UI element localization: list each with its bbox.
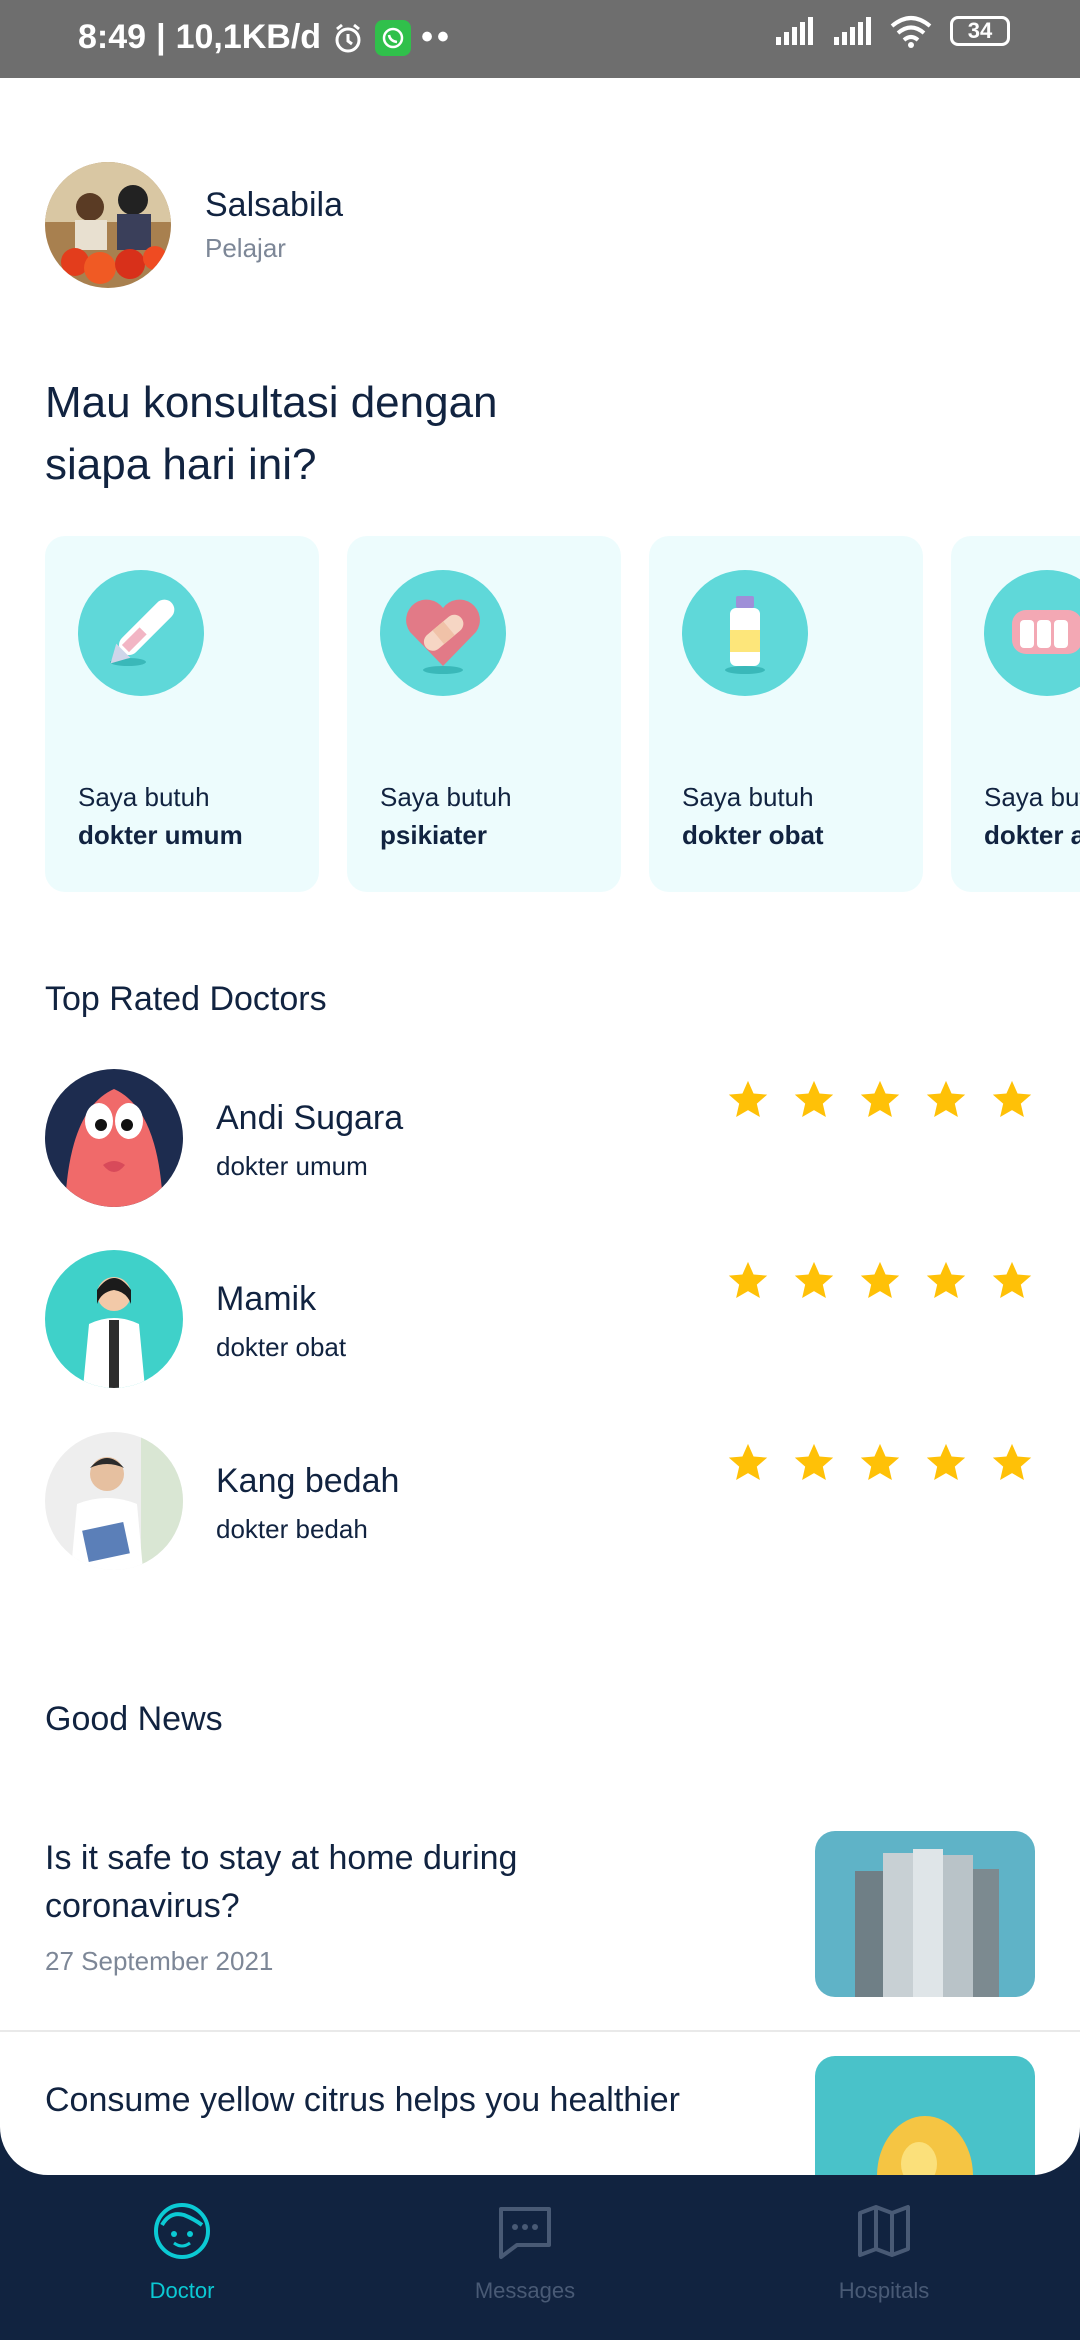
news-divider — [0, 2030, 1080, 2032]
rating-stars — [725, 1440, 1035, 1486]
nav-label-doctor: Doctor — [149, 2278, 215, 2303]
category-line1: Saya butuh — [682, 782, 814, 812]
star-icon — [728, 1080, 768, 1118]
map-icon — [858, 2205, 910, 2257]
news-title: Is it safe to stay at home during corona… — [45, 1839, 518, 1925]
category-card-dokter-anak[interactable]: Saya butuh dokter a — [951, 536, 1080, 892]
category-card-dokter-obat[interactable]: Saya butuh dokter obat — [649, 536, 923, 892]
star-icon — [860, 1261, 900, 1299]
news-date: 27 September 2021 — [45, 1946, 274, 1976]
news-item[interactable]: Consume yellow citrus helps you healthie… — [45, 2056, 1035, 2175]
news-item[interactable]: Is it safe to stay at home during corona… — [45, 1831, 1035, 2020]
user-name: Salsabila — [205, 186, 343, 224]
star-icon — [992, 1080, 1032, 1118]
main-content: Salsabila Pelajar Mau konsultasi dengan … — [0, 78, 1080, 2175]
category-line2: psikiater — [380, 820, 487, 850]
doctor-avatar — [45, 1250, 183, 1388]
status-right: 34 — [774, 14, 1010, 48]
doctor-row[interactable]: Andi Sugara dokter umum — [45, 1069, 1035, 1209]
nav-label-messages: Messages — [474, 2278, 576, 2303]
doctor-row[interactable]: Kang bedah dokter bedah — [45, 1432, 1035, 1572]
top-rated-title: Top Rated Doctors — [45, 980, 327, 1018]
rating-stars — [725, 1258, 1035, 1304]
profile-text: Salsabila Pelajar — [205, 186, 343, 264]
signal-icon-1 — [776, 17, 813, 45]
battery-indicator: 34 — [950, 16, 1010, 46]
doctor-avatar — [45, 1432, 183, 1570]
good-news-title: Good News — [45, 1700, 223, 1738]
doctor-row[interactable]: Mamik dokter obat — [45, 1250, 1035, 1390]
nav-label-hospitals: Hospitals — [838, 2278, 930, 2303]
status-bar: 8:49 | 10,1KB/d •• 34 — [0, 0, 1080, 78]
category-line1: Saya butuh — [78, 782, 210, 812]
star-icon — [992, 1443, 1032, 1481]
doctor-specialty: dokter bedah — [216, 1514, 368, 1544]
category-line1: Saya butuh — [984, 782, 1080, 812]
page-title: Mau konsultasi dengan siapa hari ini? — [45, 378, 498, 489]
star-icon — [794, 1261, 834, 1299]
doctor-avatar — [45, 1069, 183, 1207]
thermometer-icon — [78, 570, 204, 696]
wifi-icon — [890, 16, 932, 48]
star-icon — [794, 1443, 834, 1481]
nav-item-hospitals[interactable]: Hospitals — [784, 2201, 984, 2304]
news-thumbnail — [815, 1831, 1035, 1997]
signal-icon-2 — [834, 17, 871, 45]
star-icon — [860, 1443, 900, 1481]
category-card-psikiater[interactable]: Saya butuh psikiater — [347, 536, 621, 892]
doctor-specialty: dokter umum — [216, 1151, 368, 1181]
star-icon — [860, 1080, 900, 1118]
heart-bandage-icon — [380, 570, 506, 696]
category-card-dokter-umum[interactable]: Saya butuh dokter umum — [45, 536, 319, 892]
star-icon — [926, 1443, 966, 1481]
star-icon — [926, 1261, 966, 1299]
alarm-icon — [335, 23, 361, 52]
category-line1: Saya butuh — [380, 782, 512, 812]
doctor-specialty: dokter obat — [216, 1332, 347, 1362]
medicine-bottle-icon — [682, 570, 808, 696]
nav-item-messages[interactable]: Messages — [425, 2201, 625, 2304]
star-icon — [926, 1080, 966, 1118]
star-icon — [794, 1080, 834, 1118]
news-title: Consume yellow citrus helps you healthie… — [45, 2081, 680, 2119]
category-line2: dokter obat — [682, 820, 824, 850]
star-icon — [992, 1261, 1032, 1299]
star-icon — [728, 1261, 768, 1299]
category-line2: dokter a — [984, 820, 1080, 850]
user-role: Pelajar — [205, 233, 286, 263]
status-left: 8:49 | 10,1KB/d •• — [78, 18, 453, 57]
user-profile[interactable]: Salsabila Pelajar — [45, 162, 343, 288]
messages-icon — [499, 2207, 551, 2259]
doctor-name: Andi Sugara — [216, 1099, 404, 1137]
status-time: 8:49 — [78, 18, 147, 56]
rating-stars — [725, 1077, 1035, 1123]
star-icon — [728, 1443, 768, 1481]
avatar[interactable] — [45, 162, 171, 288]
nav-item-doctor[interactable]: Doctor — [82, 2201, 282, 2304]
category-line2: dokter umum — [78, 820, 243, 850]
bottom-navigation: Doctor Messages Hospitals — [0, 2175, 1080, 2340]
doctor-name: Kang bedah — [216, 1462, 400, 1500]
doctor-face-icon — [154, 2203, 210, 2259]
doctor-name: Mamik — [216, 1280, 317, 1318]
teeth-icon — [984, 570, 1080, 696]
status-separator: | — [156, 18, 166, 56]
more-notifications-icon: •• — [421, 18, 453, 56]
whatsapp-icon — [375, 19, 412, 56]
news-thumbnail — [815, 2056, 1035, 2175]
status-speed: 10,1KB/d — [175, 18, 322, 56]
